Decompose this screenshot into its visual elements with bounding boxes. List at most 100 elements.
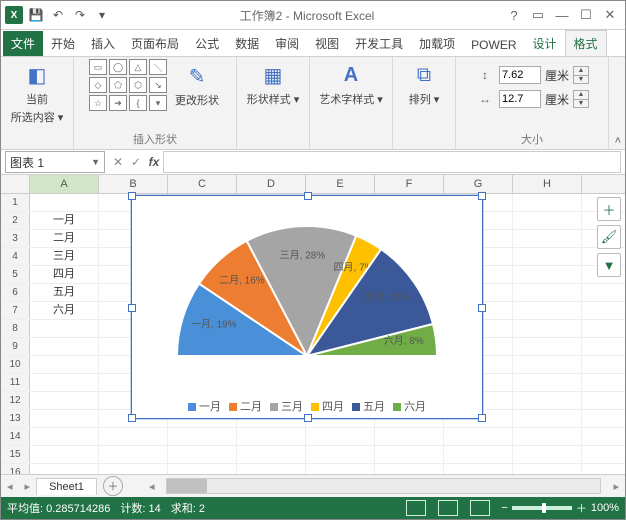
col-header[interactable]: A <box>30 175 99 193</box>
tab-design[interactable]: 设计 <box>525 31 565 56</box>
shape-styles-button[interactable]: ▦ 形状样式 ▾ <box>245 59 302 109</box>
cell[interactable] <box>237 464 306 474</box>
zoom-out-icon[interactable]: − <box>501 502 507 514</box>
col-header[interactable]: B <box>99 175 168 193</box>
cell[interactable] <box>513 248 582 265</box>
cell[interactable] <box>513 428 582 445</box>
row-header[interactable]: 6 <box>1 284 30 301</box>
row-header[interactable]: 11 <box>1 374 30 391</box>
sheet-grid[interactable]: A B C D E F G H 12一月3二月4三月5四月6五月7六月89101… <box>1 175 625 474</box>
width-input[interactable] <box>499 90 541 108</box>
fx-icon[interactable]: fx <box>145 153 163 171</box>
row-header[interactable]: 1 <box>1 194 30 211</box>
cell[interactable] <box>168 446 237 463</box>
row-header[interactable]: 4 <box>1 248 30 265</box>
cell[interactable] <box>375 428 444 445</box>
cell[interactable] <box>513 194 582 211</box>
tab-addins[interactable]: 加载项 <box>411 31 463 56</box>
row-header[interactable]: 8 <box>1 320 30 337</box>
maximize-icon[interactable]: ☐ <box>575 6 597 24</box>
select-all-corner[interactable] <box>1 175 30 193</box>
row-header[interactable]: 5 <box>1 266 30 283</box>
chart-elements-icon[interactable]: ＋ <box>597 197 621 221</box>
hscroll-right-icon[interactable]: ▸ <box>607 480 625 493</box>
formula-input[interactable] <box>163 151 621 173</box>
row-header[interactable]: 15 <box>1 446 30 463</box>
row-header[interactable]: 14 <box>1 428 30 445</box>
change-shape-button[interactable]: ✎ 更改形状 <box>173 60 221 110</box>
name-box[interactable]: 图表 1 ▼ <box>5 151 105 173</box>
undo-icon[interactable]: ↶ <box>49 6 67 24</box>
add-sheet-icon[interactable]: ＋ <box>103 476 123 496</box>
height-stepper[interactable]: ▲▼ <box>573 66 589 84</box>
save-icon[interactable]: 💾 <box>27 6 45 24</box>
cell[interactable]: 五月 <box>30 284 99 301</box>
cell[interactable]: 四月 <box>30 266 99 283</box>
cell[interactable] <box>513 338 582 355</box>
cell[interactable] <box>30 428 99 445</box>
row-header[interactable]: 9 <box>1 338 30 355</box>
cell[interactable] <box>306 446 375 463</box>
row-header[interactable]: 2 <box>1 212 30 229</box>
ribbon-toggle-icon[interactable]: ▭ <box>527 6 549 24</box>
col-header[interactable]: G <box>444 175 513 193</box>
cell[interactable] <box>99 446 168 463</box>
cell[interactable] <box>30 464 99 474</box>
cell[interactable] <box>237 446 306 463</box>
cell[interactable]: 三月 <box>30 248 99 265</box>
cell[interactable] <box>513 212 582 229</box>
cell[interactable] <box>444 428 513 445</box>
cell[interactable] <box>30 374 99 391</box>
zoom-in-icon[interactable]: ＋ <box>576 500 587 516</box>
tab-review[interactable]: 审阅 <box>267 31 307 56</box>
cell[interactable] <box>513 284 582 301</box>
cell[interactable] <box>513 374 582 391</box>
cancel-icon[interactable]: ✕ <box>109 153 127 171</box>
cell[interactable] <box>237 428 306 445</box>
cell[interactable] <box>513 446 582 463</box>
horizontal-scrollbar[interactable] <box>166 478 601 494</box>
current-selection-button[interactable]: ◧ 当前 所选内容 ▾ <box>9 59 66 127</box>
col-header[interactable]: F <box>375 175 444 193</box>
view-page-break-icon[interactable] <box>470 500 490 516</box>
cell[interactable] <box>99 464 168 474</box>
row-header[interactable]: 13 <box>1 410 30 427</box>
row-header[interactable]: 10 <box>1 356 30 373</box>
cell[interactable] <box>168 464 237 474</box>
row-header[interactable]: 7 <box>1 302 30 319</box>
tab-developer[interactable]: 开发工具 <box>347 31 411 56</box>
cell[interactable] <box>513 464 582 474</box>
col-header[interactable]: E <box>306 175 375 193</box>
ribbon-collapse-icon[interactable]: ˄ <box>615 135 621 147</box>
col-header[interactable]: H <box>513 175 582 193</box>
cell[interactable]: 一月 <box>30 212 99 229</box>
tab-insert[interactable]: 插入 <box>83 31 123 56</box>
cell[interactable] <box>444 464 513 474</box>
cell[interactable] <box>168 428 237 445</box>
tab-view[interactable]: 视图 <box>307 31 347 56</box>
cell[interactable] <box>30 320 99 337</box>
tab-format[interactable]: 格式 <box>565 30 607 56</box>
cell[interactable] <box>30 338 99 355</box>
width-stepper[interactable]: ▲▼ <box>573 90 589 108</box>
tab-page-layout[interactable]: 页面布局 <box>123 31 187 56</box>
tab-formulas[interactable]: 公式 <box>187 31 227 56</box>
row-header[interactable]: 16 <box>1 464 30 474</box>
cell[interactable] <box>375 464 444 474</box>
cell[interactable] <box>513 302 582 319</box>
cell[interactable] <box>375 446 444 463</box>
row-header[interactable]: 3 <box>1 230 30 247</box>
tab-data[interactable]: 数据 <box>227 31 267 56</box>
cell[interactable]: 六月 <box>30 302 99 319</box>
view-normal-icon[interactable] <box>406 500 426 516</box>
cell[interactable]: 二月 <box>30 230 99 247</box>
wordart-styles-button[interactable]: A 艺术字样式 ▾ <box>317 59 385 109</box>
cell[interactable] <box>513 410 582 427</box>
height-input[interactable] <box>499 66 541 84</box>
help-icon[interactable]: ? <box>503 6 525 24</box>
sheet-nav-prev-icon[interactable]: ◂ <box>1 480 19 493</box>
enter-icon[interactable]: ✓ <box>127 153 145 171</box>
tab-file[interactable]: 文件 <box>3 31 43 56</box>
col-header[interactable]: D <box>237 175 306 193</box>
cell[interactable] <box>513 266 582 283</box>
